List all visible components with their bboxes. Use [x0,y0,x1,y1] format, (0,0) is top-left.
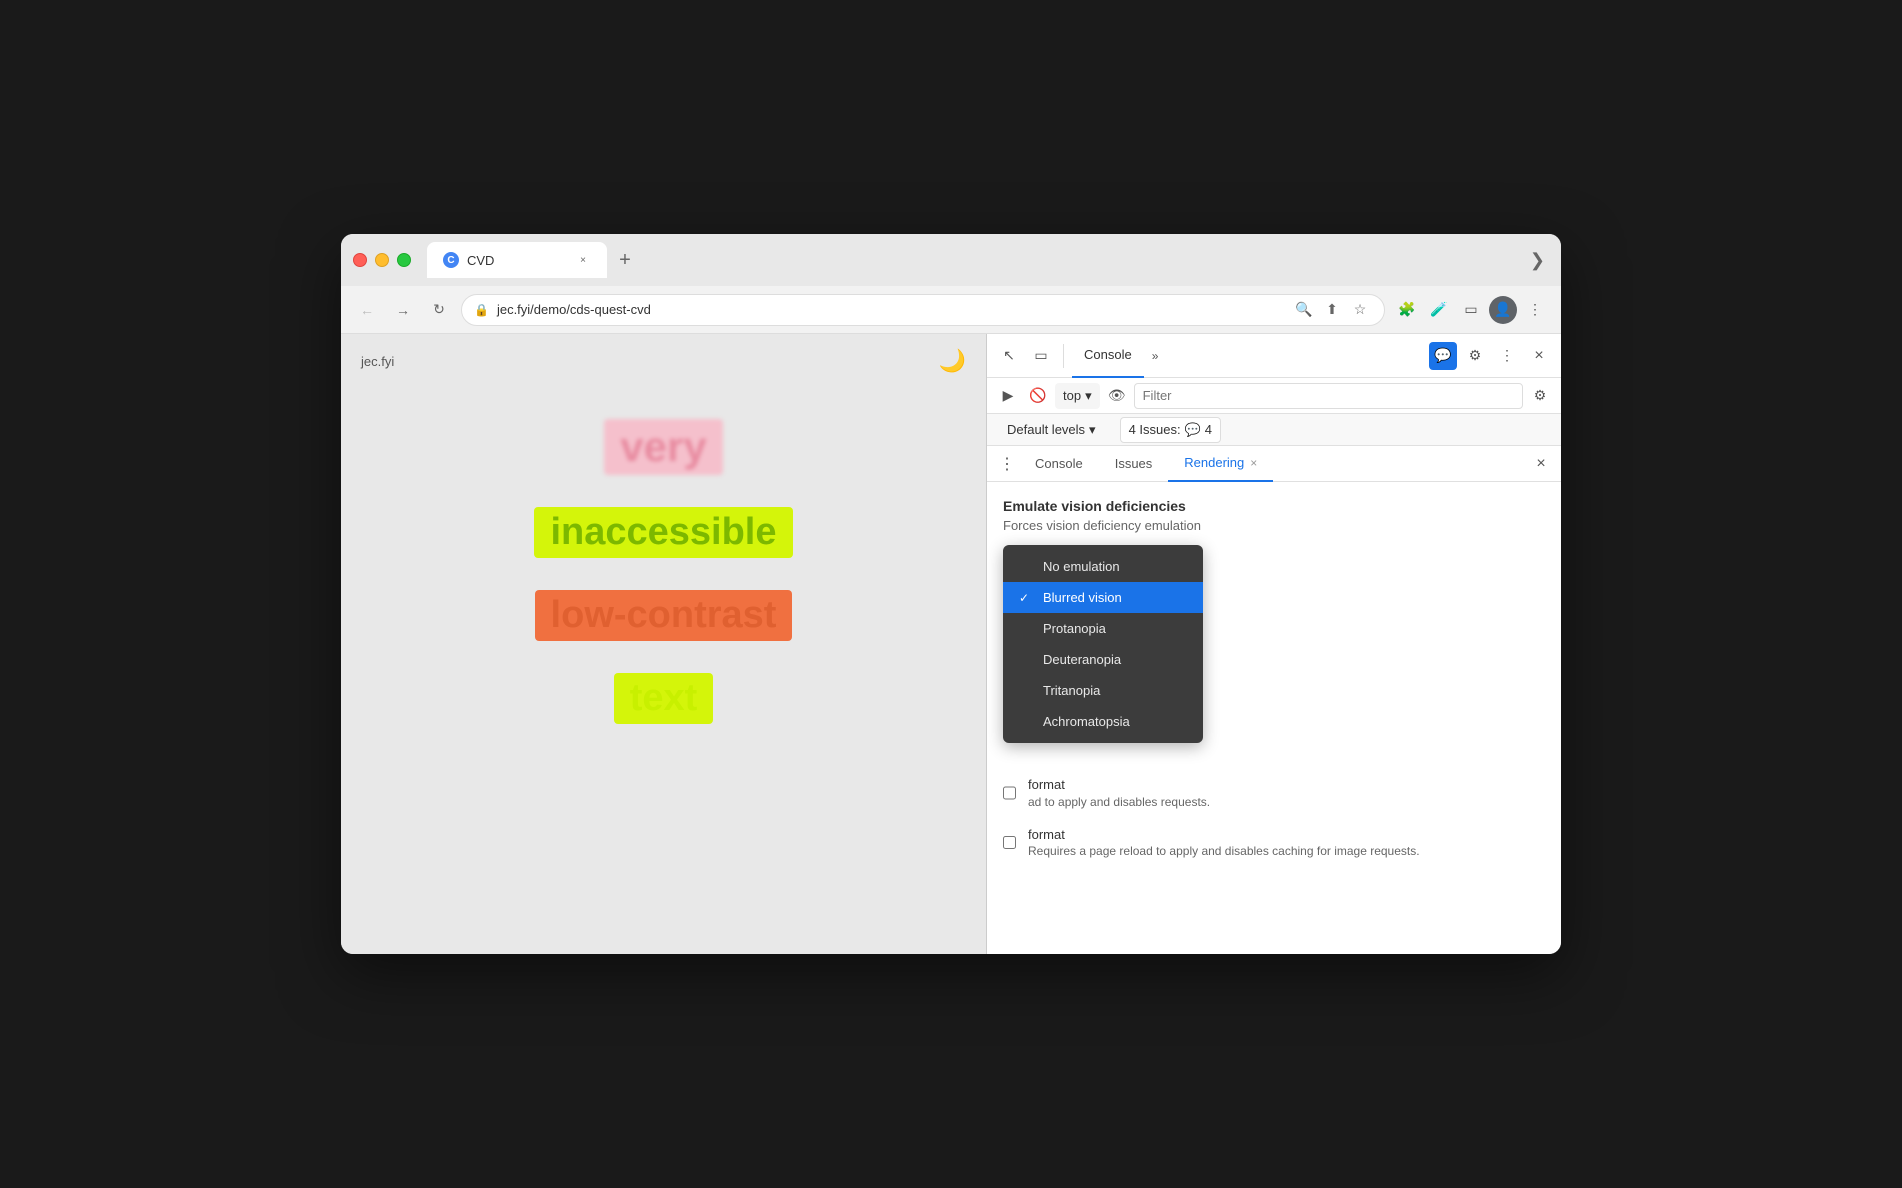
word-container: very inaccessible low-contrast text [361,419,966,724]
reload-button[interactable]: ↻ [425,296,453,324]
play-button[interactable]: ▶ [995,383,1021,409]
address-actions: 🔍 ⬆ ☆ [1292,298,1372,322]
devtools-close-button[interactable]: × [1525,342,1553,370]
checkbox-2[interactable] [1003,827,1016,859]
lock-icon: 🔒 [474,303,489,317]
dropdown-item-protanopia[interactable]: Protanopia [1003,613,1203,644]
section-subtitle: Forces vision deficiency emulation [1003,518,1545,533]
issues-icon: 💬 [1185,422,1201,438]
title-bar: C CVD × + ❯ [341,234,1561,286]
rendering-panel-tab[interactable]: Rendering × [1168,446,1273,482]
context-selector[interactable]: top ▾ [1055,383,1100,409]
address-bar[interactable]: 🔒 jec.fyi/demo/cds-quest-cvd 🔍 ⬆ ☆ [461,294,1385,326]
experiments-button[interactable]: 🧪 [1425,296,1453,324]
maximize-button[interactable] [397,253,411,267]
devtools-toolbar2: ▶ 🚫 top ▾ 👁 ⚙ [987,378,1561,414]
word-inaccessible: inaccessible [534,507,792,558]
moon-icon: 🌙 [939,348,966,374]
device-toolbar-button[interactable]: ▭ [1027,342,1055,370]
context-dropdown-arrow: ▾ [1085,388,1092,404]
site-label: jec.fyi [361,354,966,369]
traffic-lights [353,253,411,267]
tab-bar: C CVD × + ❯ [427,242,1549,278]
rendering-tab-close[interactable]: × [1250,456,1257,470]
word-very: very [604,419,722,475]
more-options-button[interactable]: ⋮ [1493,342,1521,370]
blurred-vision-label: Blurred vision [1043,590,1122,605]
header-separator [1063,344,1064,368]
issues-prefix: 4 Issues: [1129,422,1181,437]
panel-close-button[interactable]: × [1529,452,1553,476]
tab-title: CVD [467,253,494,268]
bookmark-button[interactable]: ☆ [1348,298,1372,322]
tab-favicon: C [443,252,459,268]
checkbox-row-2: format Requires a page reload to apply a… [1003,825,1545,859]
browser-window: C CVD × + ❯ ← → ↻ 🔒 jec.fyi/demo/cds-que… [341,234,1561,954]
filter-settings-button[interactable]: ⚙ [1527,383,1553,409]
console-panel-tab[interactable]: Console [1019,446,1099,482]
issues-panel-tab[interactable]: Issues [1099,446,1169,482]
issues-number: 4 [1205,422,1212,437]
toolbar-actions: 🧩 🧪 ▭ 👤 ⋮ [1393,296,1549,324]
dropdown-item-no-emulation[interactable]: No emulation [1003,551,1203,582]
checkbox-row-1: format ad to apply and disables requests… [1003,775,1545,809]
split-button[interactable]: ▭ [1457,296,1485,324]
issues-bar: Default levels ▾ 4 Issues: 💬 4 [987,414,1561,446]
tab-close-button[interactable]: × [575,252,591,268]
share-button[interactable]: ⬆ [1320,298,1344,322]
webpage: jec.fyi 🌙 very inaccessible low-contrast… [341,334,986,954]
search-button[interactable]: 🔍 [1292,298,1316,322]
browser-toolbar: ← → ↻ 🔒 jec.fyi/demo/cds-quest-cvd 🔍 ⬆ ☆… [341,286,1561,334]
extensions-button[interactable]: 🧩 [1393,296,1421,324]
dropdown-item-achromatopsia[interactable]: Achromatopsia [1003,706,1203,737]
console-tab-header[interactable]: Console [1072,334,1144,378]
devtools-panel: ↖ ▭ Console » 💬 ⚙ ⋮ × ▶ 🚫 top ▾ 👁 [986,334,1561,954]
back-button[interactable]: ← [353,296,381,324]
default-levels-label: Default levels [1007,422,1085,437]
more-button[interactable]: ⋮ [1521,296,1549,324]
default-levels-button[interactable]: Default levels ▾ [999,418,1104,442]
deuteranopia-label: Deuteranopia [1043,652,1121,667]
word-low-contrast: low-contrast [535,590,793,641]
protanopia-label: Protanopia [1043,621,1106,636]
achromatopsia-label: Achromatopsia [1043,714,1130,729]
no-icon-button[interactable]: 🚫 [1025,383,1051,409]
blurred-vision-check: ✓ [1019,591,1035,605]
filter-input[interactable] [1134,383,1523,409]
new-tab-button[interactable]: + [611,246,639,274]
no-emulation-label: No emulation [1043,559,1120,574]
content-area: jec.fyi 🌙 very inaccessible low-contrast… [341,334,1561,954]
checkbox-1[interactable] [1003,777,1016,809]
checkbox-section: format ad to apply and disables requests… [1003,775,1545,858]
section-title: Emulate vision deficiencies [1003,498,1545,514]
url-text: jec.fyi/demo/cds-quest-cvd [497,302,1284,317]
panel-tabs: ⋮ Console Issues Rendering × × [987,446,1561,482]
active-tab[interactable]: C CVD × [427,242,607,278]
minimize-button[interactable] [375,253,389,267]
rendering-panel: Emulate vision deficiencies Forces visio… [987,482,1561,954]
default-levels-arrow: ▾ [1089,422,1096,438]
dropdown-item-blurred-vision[interactable]: ✓ Blurred vision [1003,582,1203,613]
tritanopia-label: Tritanopia [1043,683,1100,698]
settings-button[interactable]: ⚙ [1461,342,1489,370]
checkbox-2-label: format Requires a page reload to apply a… [1028,825,1420,859]
dropdown-item-tritanopia[interactable]: Tritanopia [1003,675,1203,706]
expand-tabs-button[interactable]: » [1148,345,1163,367]
tab-more-button[interactable]: ❯ [1526,246,1549,275]
panel-more-button[interactable]: ⋮ [995,452,1019,476]
devtools-header: ↖ ▭ Console » 💬 ⚙ ⋮ × [987,334,1561,378]
profile-button[interactable]: 👤 [1489,296,1517,324]
issues-count-badge[interactable]: 4 Issues: 💬 4 [1120,417,1221,443]
checkbox-1-label: format ad to apply and disables requests… [1028,775,1210,809]
inspect-element-button[interactable]: ↖ [995,342,1023,370]
forward-button[interactable]: → [389,296,417,324]
word-text: text [614,673,714,724]
vision-dropdown-menu: No emulation ✓ Blurred vision Protanopia [1003,545,1203,743]
close-button[interactable] [353,253,367,267]
dropdown-item-deuteranopia[interactable]: Deuteranopia [1003,644,1203,675]
vision-dropdown-wrapper: No emulation ✓ Blurred vision Protanopia [1003,545,1203,743]
eye-button[interactable]: 👁 [1104,383,1130,409]
message-button[interactable]: 💬 [1429,342,1457,370]
context-label: top [1063,388,1081,403]
